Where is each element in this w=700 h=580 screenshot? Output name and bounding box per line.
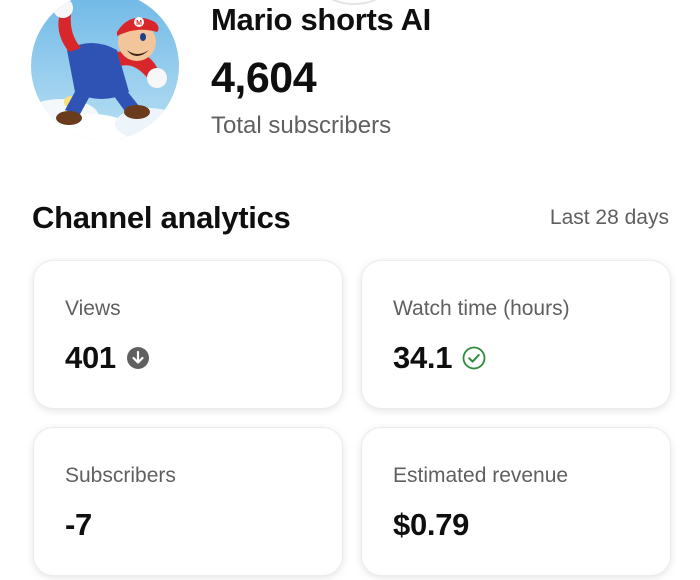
card-value: $0.79	[393, 507, 470, 542]
card-label: Watch time (hours)	[393, 297, 570, 320]
card-value: 401	[65, 340, 116, 375]
check-circle-icon	[462, 346, 486, 370]
card-value: 34.1	[393, 340, 453, 375]
watch-time-card[interactable]: Watch time (hours) 34.1	[361, 260, 671, 409]
card-label: Estimated revenue	[393, 464, 569, 487]
subscriber-count: 4,604	[211, 54, 317, 102]
subscriber-label: Total subscribers	[211, 112, 392, 139]
card-value: -7	[65, 507, 92, 542]
subscribers-card[interactable]: Subscribers -7	[33, 427, 343, 576]
channel-avatar[interactable]: M	[31, 0, 179, 140]
card-label: Subscribers	[65, 464, 176, 487]
down-arrow-icon	[126, 346, 150, 370]
channel-dashboard: M Mario shorts AI 4,604 Total subscriber…	[0, 0, 700, 580]
views-card[interactable]: Views 401	[33, 260, 343, 409]
period-label[interactable]: Last 28 days	[550, 206, 669, 230]
channel-name: Mario shorts AI	[211, 2, 431, 37]
card-label: Views	[65, 297, 121, 320]
section-title: Channel analytics	[32, 200, 291, 235]
svg-text:M: M	[136, 20, 142, 27]
estimated-revenue-card[interactable]: Estimated revenue $0.79	[361, 427, 671, 576]
